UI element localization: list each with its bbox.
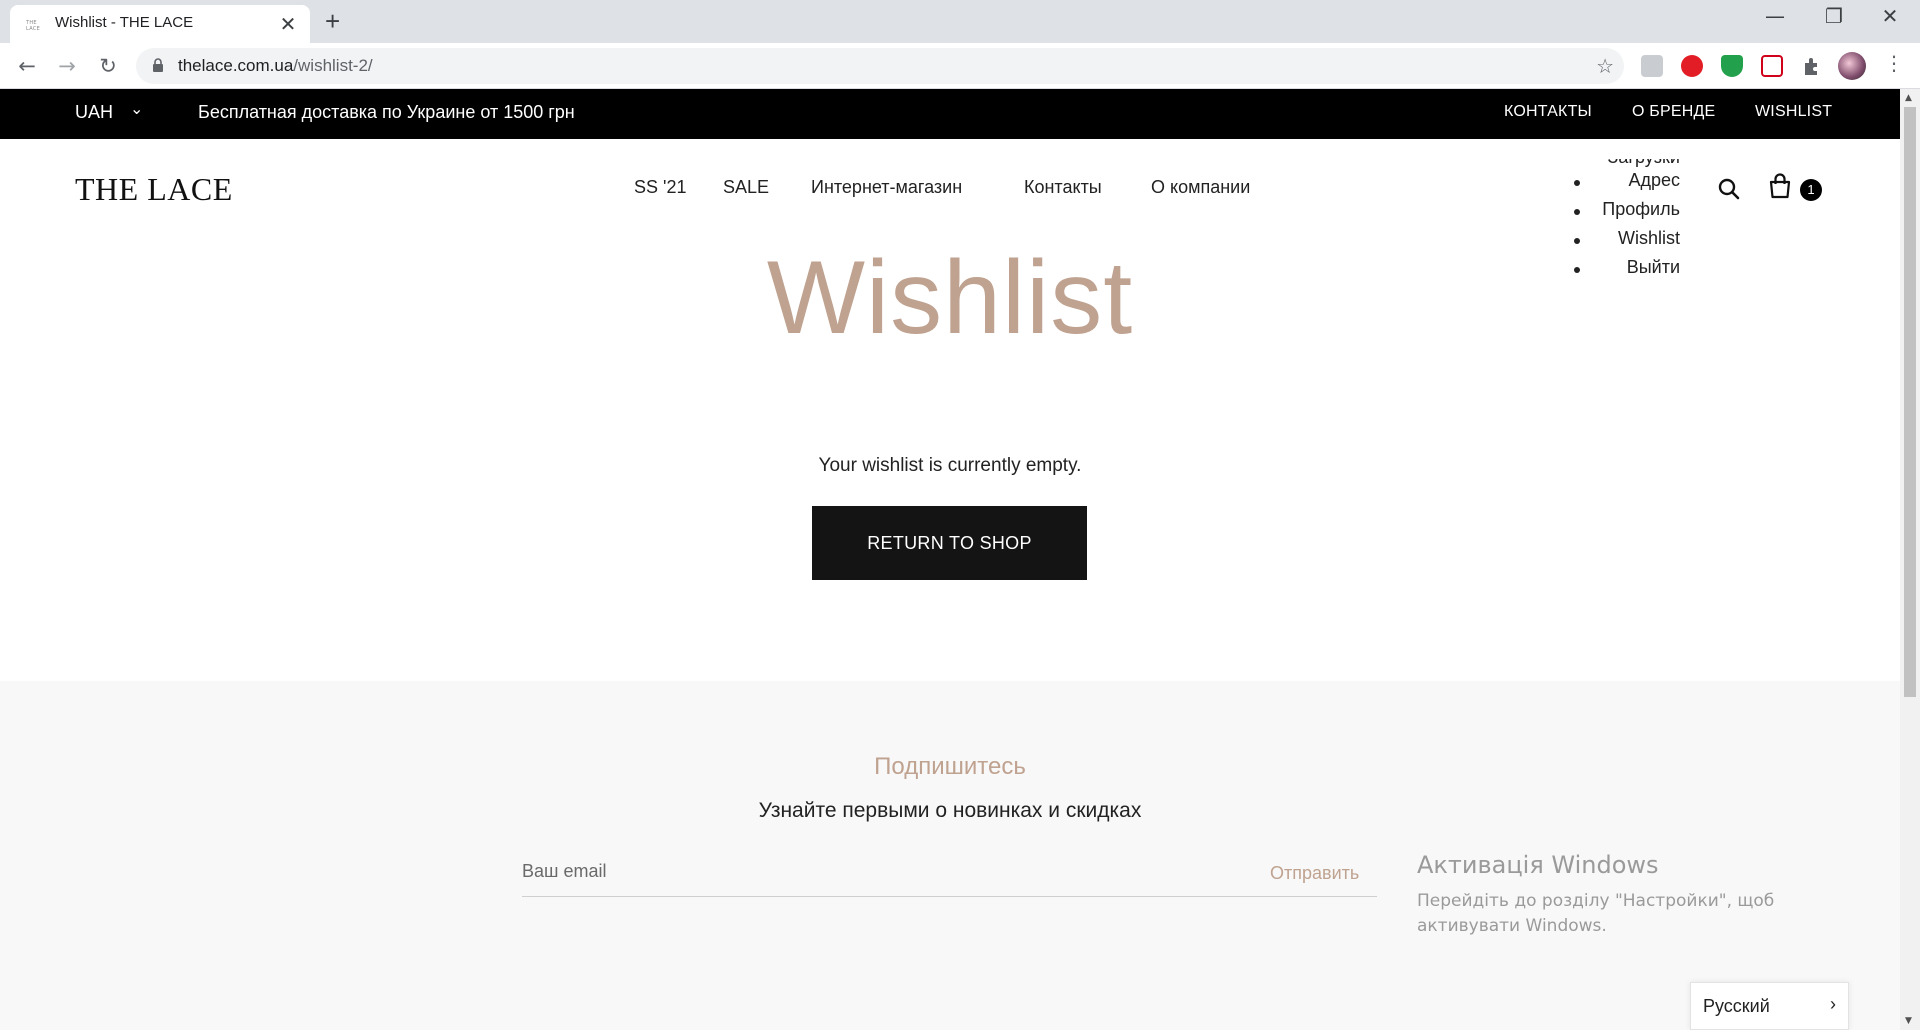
return-to-shop-button[interactable]: RETURN TO SHOP — [812, 506, 1087, 580]
forward-button[interactable]: → — [50, 49, 84, 83]
scrollbar-thumb[interactable] — [1904, 107, 1916, 697]
nav-item-shop[interactable]: Интернет-магазин — [811, 177, 962, 198]
bookmark-star-icon[interactable]: ☆ — [1596, 54, 1614, 78]
newsletter-text: Узнайте первыми о новинках и скидках — [758, 799, 1142, 822]
top-link-wishlist[interactable]: WISHLIST — [1755, 103, 1832, 121]
windows-activation-text: Перейдіть до розділу "Настройки", щоб ак… — [1417, 891, 1775, 936]
nav-item-ss21[interactable]: SS '21 — [634, 177, 686, 198]
account-item-profile[interactable]: Профиль — [1602, 199, 1680, 220]
windows-activation-watermark: Активація Windows Перейдіть до розділу "… — [1417, 851, 1857, 939]
browser-tab-strip: THE LACE Wishlist - THE LACE ✕ + — ❐ ✕ — [0, 0, 1920, 43]
web-page: UAH ⌄ Бесплатная доставка по Украине от … — [0, 89, 1900, 1030]
subscribe-send-button[interactable]: Отправить — [1270, 863, 1359, 884]
account-item-downloads[interactable]: Загрузки — [1608, 159, 1680, 168]
extension-adblock-icon[interactable] — [1681, 55, 1703, 77]
scroll-up-arrow-icon[interactable]: ▲ — [1905, 93, 1912, 103]
nav-item-contacts[interactable]: Контакты — [1024, 177, 1102, 198]
browser-menu-icon[interactable]: ⋮ — [1884, 51, 1904, 75]
cart-count-badge: 1 — [1800, 179, 1822, 201]
tab-favicon: THE LACE — [26, 20, 41, 32]
nav-item-sale[interactable]: SALE — [723, 177, 769, 198]
list-bullet — [1574, 209, 1580, 215]
top-link-about-brand[interactable]: О БРЕНДЕ — [1632, 103, 1715, 121]
scroll-down-arrow-icon[interactable]: ▼ — [1905, 1016, 1912, 1026]
announcement-bar: UAH ⌄ Бесплатная доставка по Украине от … — [0, 89, 1900, 139]
promo-text: Бесплатная доставка по Украине от 1500 г… — [198, 102, 575, 122]
new-tab-button[interactable]: + — [325, 6, 340, 37]
extensions-puzzle-icon[interactable] — [1801, 55, 1823, 77]
extension-pocket-icon[interactable] — [1761, 55, 1783, 77]
minimize-window-button[interactable]: — — [1755, 4, 1795, 28]
address-bar[interactable]: thelace.com.ua/wishlist-2/ ☆ — [136, 48, 1624, 84]
nav-item-about[interactable]: О компании — [1151, 177, 1250, 198]
reload-button[interactable]: ↻ — [91, 49, 125, 83]
back-button[interactable]: ← — [10, 49, 44, 83]
chevron-right-icon: › — [1830, 994, 1836, 1014]
url-host: thelace.com.ua — [178, 56, 294, 75]
page-scrollbar[interactable]: ▲ ▼ — [1900, 89, 1920, 1030]
browser-toolbar: ← → ↻ thelace.com.ua/wishlist-2/ ☆ ⋮ — [0, 43, 1920, 89]
url-text: thelace.com.ua/wishlist-2/ — [178, 56, 373, 76]
close-window-button[interactable]: ✕ — [1870, 4, 1910, 28]
page-title: Wishlist — [766, 240, 1134, 356]
close-tab-icon[interactable]: ✕ — [278, 12, 298, 36]
extension-tampermonkey-icon[interactable] — [1641, 55, 1663, 77]
language-switcher[interactable]: Русский › — [1690, 982, 1849, 1030]
windows-activation-title: Активація Windows — [1417, 851, 1659, 879]
email-field[interactable] — [522, 847, 1377, 897]
chevron-down-icon[interactable]: ⌄ — [130, 99, 143, 118]
list-bullet — [1574, 180, 1580, 186]
browser-tab[interactable]: THE LACE Wishlist - THE LACE ✕ — [10, 5, 310, 43]
profile-avatar[interactable] — [1838, 52, 1866, 80]
account-item-address[interactable]: Адрес — [1628, 170, 1680, 191]
newsletter-title: Подпишитесь — [874, 753, 1026, 780]
site-logo[interactable]: THE LACE — [75, 171, 233, 208]
search-icon[interactable] — [1718, 178, 1740, 200]
currency-selector[interactable]: UAH — [75, 102, 113, 123]
language-label: Русский — [1703, 996, 1770, 1016]
restore-window-button[interactable]: ❐ — [1814, 4, 1854, 28]
lock-icon — [153, 58, 163, 72]
shopping-bag-icon[interactable] — [1769, 173, 1791, 199]
extension-shield-icon[interactable] — [1721, 55, 1743, 77]
tab-title: Wishlist - THE LACE — [55, 14, 194, 31]
empty-wishlist-message: Your wishlist is currently empty. — [818, 455, 1082, 476]
url-path: /wishlist-2/ — [293, 56, 373, 75]
top-link-contacts[interactable]: КОНТАКТЫ — [1504, 103, 1592, 121]
